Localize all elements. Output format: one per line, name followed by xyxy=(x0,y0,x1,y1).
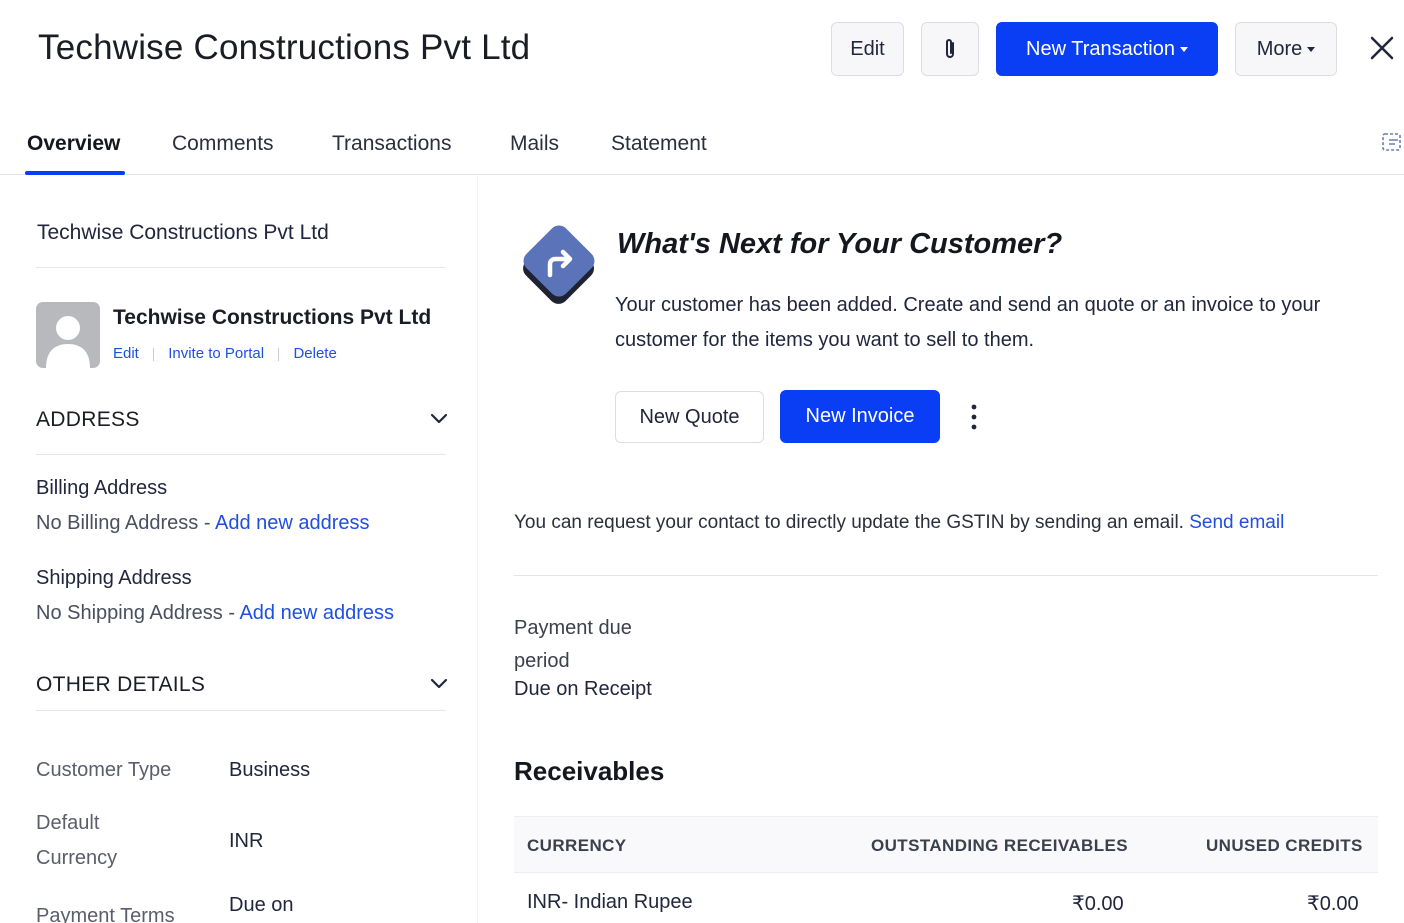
dash: - xyxy=(222,602,240,624)
divider xyxy=(36,454,446,455)
paperclip-icon xyxy=(946,39,954,58)
tab-statement[interactable]: Statement xyxy=(611,132,707,156)
payment-due-label-line1: Payment due xyxy=(514,617,632,639)
payment-terms-key: Payment Terms xyxy=(36,905,175,923)
new-quote-button[interactable]: New Quote xyxy=(615,391,764,443)
divider xyxy=(514,575,1378,576)
customer-details-panel: Techwise Constructions Pvt Ltd Techwise … xyxy=(0,176,478,923)
address-section-title[interactable]: ADDRESS xyxy=(36,408,140,432)
divider xyxy=(278,347,280,361)
default-currency-key-line2: Currency xyxy=(36,847,118,869)
divider xyxy=(36,710,446,711)
more-label: More xyxy=(1256,37,1303,60)
receivables-title: Receivables xyxy=(514,756,665,786)
whats-next-title: What's Next for Your Customer? xyxy=(617,228,1063,260)
avatar-icon xyxy=(46,316,90,368)
arrow-turn-icon xyxy=(523,225,595,304)
tab-comments[interactable]: Comments xyxy=(172,132,274,156)
customer-type-key: Customer Type xyxy=(36,759,172,781)
chevron-down-icon[interactable] xyxy=(429,412,449,426)
column-header-currency: CURRENCY xyxy=(527,836,627,855)
payment-due-label-line2: period xyxy=(514,650,570,672)
row-unused-credits: ₹0.00 xyxy=(1307,893,1359,915)
more-button[interactable]: More xyxy=(1235,22,1337,76)
gstin-message: You can request your contact to directly… xyxy=(514,512,1184,533)
default-currency-key-line1: Default xyxy=(36,812,100,834)
column-header-outstanding: OUTSTANDING RECEIVABLES xyxy=(871,836,1128,855)
shipping-address-value: No Shipping Address - Add new address xyxy=(36,602,394,625)
billing-address-label: Billing Address xyxy=(36,477,168,499)
payment-due-period-label: Payment due period xyxy=(514,612,664,678)
row-currency: INR- Indian Rupee xyxy=(527,891,693,913)
new-transaction-button[interactable]: New Transaction xyxy=(996,22,1218,76)
tab-mails[interactable]: Mails xyxy=(510,132,559,156)
row-outstanding: ₹0.00 xyxy=(1072,893,1124,915)
active-tab-indicator xyxy=(25,171,125,175)
payment-due-period-value: Due on Receipt xyxy=(514,678,652,700)
divider xyxy=(36,267,446,268)
attach-button[interactable] xyxy=(921,22,979,76)
page-header: Techwise Constructions Pvt Ltd Edit New … xyxy=(0,0,1404,100)
close-icon[interactable] xyxy=(1366,32,1398,64)
contact-edit-link[interactable]: Edit xyxy=(113,345,139,362)
chevron-down-icon xyxy=(1307,46,1316,52)
new-invoice-button[interactable]: New Invoice xyxy=(780,390,940,443)
contact-actions: Edit Invite to Portal Delete xyxy=(113,345,337,362)
tab-overview[interactable]: Overview xyxy=(27,132,120,156)
shipping-empty-text: No Shipping Address xyxy=(36,602,223,624)
dash: - xyxy=(198,512,215,534)
new-transaction-label: New Transaction xyxy=(1026,37,1175,60)
sidebar-toggle-icon[interactable] xyxy=(1381,131,1404,157)
kebab-icon[interactable] xyxy=(965,403,983,431)
tab-bar: Overview Comments Transactions Mails Sta… xyxy=(0,120,1404,175)
billing-address-value: No Billing Address - Add new address xyxy=(36,512,370,535)
send-email-link[interactable]: Send email xyxy=(1189,512,1284,533)
whats-next-description: Your customer has been added. Create and… xyxy=(615,294,1321,351)
contact-name: Techwise Constructions Pvt Ltd xyxy=(113,306,432,329)
shipping-address-label: Shipping Address xyxy=(36,567,192,589)
chevron-down-icon[interactable] xyxy=(429,677,449,691)
divider xyxy=(153,347,155,361)
edit-button[interactable]: Edit xyxy=(831,22,904,76)
contact-delete-link[interactable]: Delete xyxy=(293,345,336,362)
column-header-unused-credits: UNUSED CREDITS xyxy=(1206,836,1363,855)
tab-transactions[interactable]: Transactions xyxy=(332,132,451,156)
invite-to-portal-link[interactable]: Invite to Portal xyxy=(168,345,264,362)
add-billing-address-link[interactable]: Add new address xyxy=(215,512,370,534)
receivables-table-header: CURRENCY OUTSTANDING RECEIVABLES UNUSED … xyxy=(514,816,1378,873)
billing-empty-text: No Billing Address xyxy=(36,512,199,534)
payment-terms-value: Due on xyxy=(229,894,294,916)
page-title: Techwise Constructions Pvt Ltd xyxy=(38,28,531,67)
other-details-section-title[interactable]: OTHER DETAILS xyxy=(36,673,205,697)
company-name: Techwise Constructions Pvt Ltd xyxy=(37,221,329,244)
avatar xyxy=(36,302,100,368)
default-currency-value: INR xyxy=(229,830,264,852)
customer-type-value: Business xyxy=(229,759,311,781)
add-shipping-address-link[interactable]: Add new address xyxy=(239,602,394,624)
gstin-request-text: You can request your contact to directly… xyxy=(514,512,1284,534)
chevron-down-icon xyxy=(1179,46,1188,52)
